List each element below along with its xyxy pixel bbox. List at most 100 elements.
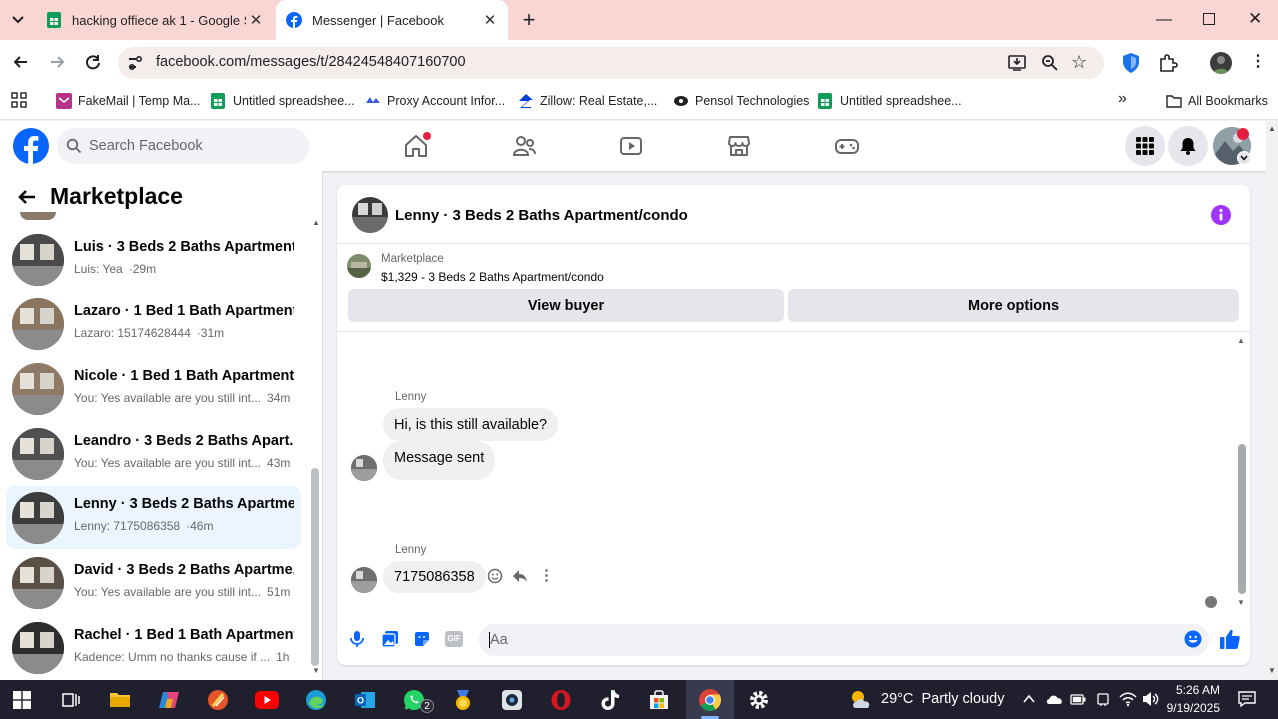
settings-gear-icon[interactable] [743,684,775,716]
onedrive-cloud-icon[interactable] [1045,692,1063,704]
gif-icon[interactable]: GIF [445,631,463,647]
youtube-icon[interactable] [251,684,283,716]
reply-icon[interactable] [512,568,528,584]
page-scroll-down-icon[interactable]: ▼ [1268,666,1276,675]
more-actions-icon[interactable]: ⋮ [539,566,554,586]
more-options-button[interactable]: More options [788,289,1239,322]
conversation-item[interactable]: Rachel · 1 Bed 1 Bath Apartment... Kadenc… [6,621,301,683]
bookmark-spreadsheet-2[interactable]: Untitled spreadshee... [818,92,962,110]
microphone-icon[interactable] [348,630,366,648]
task-view-icon[interactable] [55,684,87,716]
tiktok-icon[interactable] [594,684,626,716]
outlook-icon[interactable]: O [349,684,381,716]
bookmark-zillow[interactable]: Zillow: Real Estate,... [518,92,657,110]
forward-icon[interactable] [47,52,67,72]
bookmark-fakemail[interactable]: FakeMail | Temp Ma... [56,92,201,110]
like-icon[interactable] [1219,628,1241,650]
sidebar-scroll-thumb[interactable] [311,468,319,666]
tab-messenger[interactable]: Messenger | Facebook ✕ [276,0,508,40]
profile-avatar[interactable] [1210,52,1232,74]
sidebar-scroll-up-icon[interactable]: ▲ [312,218,320,227]
account-chevron-down-icon[interactable] [1237,151,1251,165]
conversation-item[interactable]: Nicole · 1 Bed 1 Bath Apartment... You: Y… [6,362,301,424]
zoom-icon[interactable] [1040,53,1060,73]
sidebar-scroll-down-icon[interactable]: ▼ [312,666,320,675]
url-text[interactable]: facebook.com/messages/t/2842454840716070… [156,54,466,70]
new-tab-icon[interactable]: + [519,9,539,31]
chat-scroll-up-icon[interactable]: ▲ [1237,336,1245,345]
chrome-menu-icon[interactable]: ⋮ [1250,52,1266,72]
info-icon[interactable] [1211,205,1231,225]
close-window-icon[interactable]: ✕ [1248,9,1264,29]
network-device-icon[interactable] [1095,692,1111,706]
reload-icon[interactable] [83,52,103,72]
chevron-up-icon[interactable] [1022,692,1036,704]
minimize-icon[interactable]: — [1156,10,1172,30]
back-icon[interactable] [11,52,31,72]
bookmark-star-icon[interactable]: ☆ [1071,52,1091,72]
shield-extension-icon[interactable] [1121,52,1141,74]
photo-icon[interactable] [381,630,399,648]
conversation-item[interactable]: Luis · 3 Beds 2 Baths Apartment... Luis: … [6,233,301,295]
chat-scroll-thumb[interactable] [1238,444,1246,594]
bookmarks-overflow-icon[interactable]: » [1118,90,1127,108]
medal-app-icon[interactable] [447,684,479,716]
conversation-item[interactable]: David · 3 Beds 2 Baths Apartme... You: Ye… [6,556,301,618]
menu-grid-button[interactable] [1125,126,1165,166]
bookmark-spreadsheet-1[interactable]: Untitled spreadshee... [211,92,355,110]
weather-partly-cloudy-icon[interactable] [848,688,874,710]
bookmark-pensol[interactable]: Pensol Technologies [673,92,809,110]
extensions-puzzle-icon[interactable] [1158,53,1178,73]
marketplace-icon[interactable] [726,133,752,159]
listing-thumbnail[interactable] [347,254,371,278]
battery-icon[interactable] [1070,692,1086,706]
close-tab-icon[interactable]: ✕ [246,11,266,29]
start-windows-icon[interactable] [6,684,38,716]
edge-icon[interactable] [300,684,332,716]
clock-date[interactable]: 9/19/2025 [1160,701,1220,715]
apps-grid-icon[interactable] [11,92,27,108]
chrome-icon[interactable] [694,684,726,716]
listing-price[interactable]: $1,329 - 3 Beds 2 Baths Apartment/condo [381,270,604,284]
system-app-icon[interactable] [496,684,528,716]
conversation-item[interactable]: Lenny · 3 Beds 2 Baths Apartme... Lenny: … [6,486,301,549]
emoji-icon[interactable] [1184,630,1202,648]
message-bubble[interactable]: Hi, is this still available? [383,408,559,441]
chat-avatar[interactable] [352,197,388,233]
weather-text[interactable]: 29°C Partly cloudy [881,691,1004,707]
close-tab-icon[interactable]: ✕ [480,11,500,29]
page-scrollbar[interactable] [1266,121,1278,680]
microsoft-store-icon[interactable] [643,684,675,716]
gaming-icon[interactable] [834,133,860,159]
video-icon[interactable] [618,133,644,159]
sticker-icon[interactable] [413,630,431,648]
clock-time[interactable]: 5:26 AM [1168,683,1220,697]
opera-icon[interactable] [545,684,577,716]
page-scroll-up-icon[interactable]: ▲ [1268,124,1276,133]
notification-center-icon[interactable] [1238,691,1256,708]
message-input[interactable] [479,624,1209,656]
conversation-item[interactable]: Leandro · 3 Beds 2 Baths Apart... You: Ye… [6,427,301,489]
react-emoji-icon[interactable] [487,568,503,584]
tab-google-sheets[interactable]: hacking offiece ak 1 - Google S ✕ [36,0,274,40]
file-explorer-icon[interactable] [104,684,136,716]
wifi-icon[interactable] [1119,691,1137,707]
friends-icon[interactable] [511,133,537,159]
conversation-item[interactable]: Lazaro · 1 Bed 1 Bath Apartment... Lazaro… [6,297,301,359]
install-app-icon[interactable] [1007,53,1027,73]
facebook-logo-icon[interactable] [13,128,49,164]
tab-search-icon[interactable] [8,10,28,30]
site-info-icon[interactable] [126,54,144,72]
copilot-icon[interactable] [153,684,185,716]
message-bubble[interactable]: Message sent [383,441,496,480]
bookmark-proxy[interactable]: Proxy Account Infor... [365,92,505,110]
volume-icon[interactable] [1142,691,1160,707]
notifications-button[interactable] [1168,126,1208,166]
message-bubble[interactable]: 7175086358 [383,561,486,593]
chat-title[interactable]: Lenny · 3 Beds 2 Baths Apartment/condo [395,207,688,224]
back-arrow-icon[interactable] [16,186,38,208]
all-bookmarks[interactable]: All Bookmarks [1166,92,1268,110]
creative-app-icon[interactable] [202,684,234,716]
chat-scroll-down-icon[interactable]: ▼ [1237,598,1245,607]
view-buyer-button[interactable]: View buyer [348,289,784,322]
